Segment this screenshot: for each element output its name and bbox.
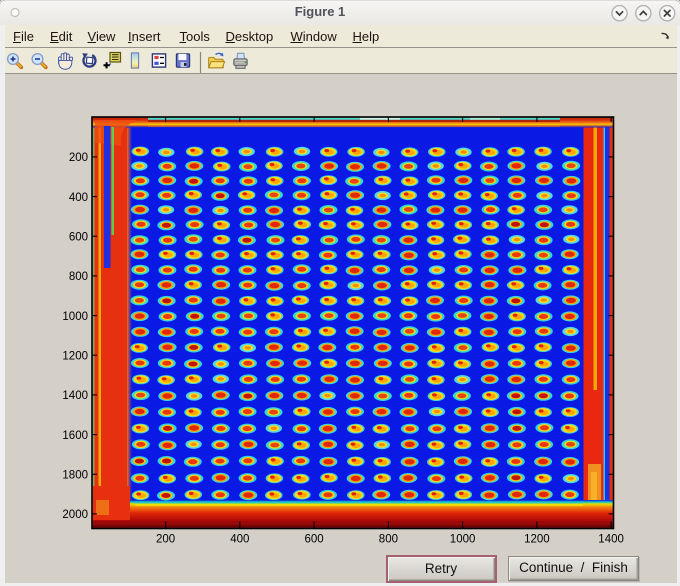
svg-text:1800: 1800 <box>62 470 88 482</box>
svg-text:600: 600 <box>69 231 88 243</box>
svg-text:1200: 1200 <box>524 534 550 546</box>
svg-text:1200: 1200 <box>62 350 88 362</box>
svg-text:400: 400 <box>69 192 88 204</box>
svg-text:800: 800 <box>69 271 88 283</box>
svg-text:1000: 1000 <box>450 534 476 546</box>
svg-text:1000: 1000 <box>62 311 88 323</box>
svg-text:200: 200 <box>69 152 88 164</box>
svg-text:400: 400 <box>230 534 249 546</box>
svg-text:800: 800 <box>379 534 398 546</box>
svg-text:1400: 1400 <box>598 534 624 546</box>
svg-text:1600: 1600 <box>62 430 88 442</box>
svg-text:2000: 2000 <box>62 509 88 521</box>
svg-text:200: 200 <box>156 534 175 546</box>
svg-text:1400: 1400 <box>62 390 88 402</box>
svg-text:600: 600 <box>305 534 324 546</box>
